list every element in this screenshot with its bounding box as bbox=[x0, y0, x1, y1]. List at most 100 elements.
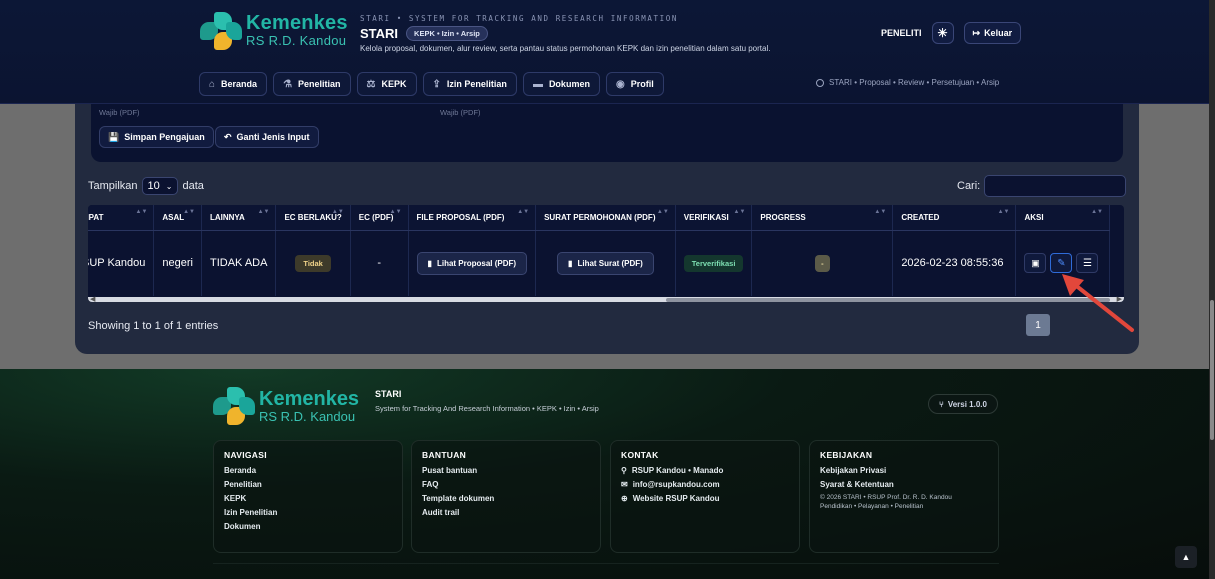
nav-penelitian[interactable]: ⚗ Penelitian bbox=[273, 72, 351, 96]
search-label: Cari: bbox=[957, 180, 981, 192]
footer-link-audit-trail[interactable]: Audit trail bbox=[422, 508, 590, 517]
header-tagline: STARI • SYSTEM FOR TRACKING AND RESEARCH… bbox=[360, 14, 678, 23]
location-pin-icon: ⚲ bbox=[621, 466, 627, 475]
footer-contact-email[interactable]: ✉ info@rsupkandou.com bbox=[621, 480, 789, 489]
footer-brand: Kemenkes RS R.D. Kandou bbox=[259, 389, 359, 424]
cell-ec-pdf: - bbox=[350, 230, 409, 296]
nav-label: Beranda bbox=[221, 79, 258, 89]
view-proposal-label: Lihat Proposal (PDF) bbox=[436, 258, 517, 268]
nav-label: Penelitian bbox=[298, 79, 341, 89]
file-icon: ▮ bbox=[568, 258, 573, 268]
footer-policy-title: KEBIJAKAN bbox=[820, 450, 873, 460]
col-label: MPAT bbox=[88, 212, 104, 222]
cell-progress: - bbox=[751, 230, 894, 296]
page-length-value: 10 bbox=[147, 180, 160, 192]
footer-link-privacy[interactable]: Kebijakan Privasi bbox=[820, 466, 988, 475]
home-icon: ⌂ bbox=[209, 78, 216, 90]
sort-icon: ▲▼ bbox=[183, 209, 195, 215]
col-aksi[interactable]: AKSI ▲▼ bbox=[1015, 205, 1110, 231]
footer-brand-line2: RS R.D. Kandou bbox=[259, 409, 356, 424]
theme-toggle-button[interactable]: ☀ bbox=[931, 22, 954, 44]
view-letter-button[interactable]: ▮ Lihat Surat (PDF) bbox=[557, 251, 654, 275]
page-length-select[interactable]: 10 ⌄ bbox=[141, 177, 179, 195]
search-control: Cari: bbox=[957, 175, 1127, 197]
globe-icon: ⊕ bbox=[621, 494, 628, 503]
cell-file-proposal: ▮ Lihat Proposal (PDF) bbox=[408, 230, 537, 296]
col-asal[interactable]: ASAL ▲▼ bbox=[153, 205, 202, 231]
file-icon: ▮ bbox=[427, 258, 432, 268]
scroll-left-icon[interactable]: ◀ bbox=[90, 295, 95, 302]
sort-icon: ▲▼ bbox=[331, 209, 344, 215]
view-letter-label: Lihat Surat (PDF) bbox=[577, 258, 643, 268]
footer-nav-title: NAVIGASI bbox=[224, 450, 267, 460]
cell-lainnya: TIDAK ADA bbox=[201, 230, 277, 296]
col-label: EC (PDF) bbox=[358, 212, 394, 222]
file-hint-left: Wajib (PDF) bbox=[99, 108, 140, 117]
footer-link-dokumen[interactable]: Dokumen bbox=[224, 522, 392, 531]
col-ec-pdf[interactable]: EC (PDF) ▲▼ bbox=[350, 205, 409, 231]
col-surat-permohonan[interactable]: SURAT PERMOHONAN (PDF) ▲▼ bbox=[535, 205, 676, 231]
nav-beranda[interactable]: ⌂ Beranda bbox=[199, 72, 268, 96]
table-horizontal-scrollbar[interactable]: ◀ ▶ bbox=[88, 295, 1124, 302]
nav-dokumen[interactable]: ▬ Dokumen bbox=[522, 72, 600, 96]
scroll-to-top-button[interactable]: ▲ bbox=[1175, 546, 1197, 568]
footer-nav-column: NAVIGASI Beranda Penelitian KEPK Izin Pe… bbox=[213, 440, 403, 553]
nav-kepk[interactable]: ⚖ KEPK bbox=[356, 72, 417, 96]
pagination-current-page[interactable]: 1 bbox=[1026, 314, 1050, 336]
scrollbar-thumb[interactable] bbox=[666, 298, 1110, 302]
nav-profil[interactable]: ◉ Profil bbox=[605, 72, 664, 96]
user-role-label: PENELITI bbox=[881, 28, 922, 38]
footer-policy-column: KEBIJAKAN Kebijakan Privasi Syarat & Ket… bbox=[809, 440, 999, 553]
col-lainnya[interactable]: LAINNYA ▲▼ bbox=[201, 205, 277, 231]
page-vertical-scrollbar[interactable] bbox=[1209, 0, 1215, 579]
show-prefix: Tampilkan bbox=[88, 180, 138, 192]
search-input[interactable] bbox=[984, 175, 1127, 197]
ec-status-badge: Tidak bbox=[295, 254, 331, 272]
submissions-table-container: MPAT ▲▼ ASAL▲▼ LAINNYA▲▼ EC BERLAKU?▲▼ EC… bbox=[88, 205, 1124, 302]
breadcrumb: STARI • Proposal • Review • Persetujuan … bbox=[816, 78, 999, 87]
footer-link-kepk[interactable]: KEPK bbox=[224, 494, 392, 503]
sort-icon: ▲▼ bbox=[656, 209, 669, 215]
footer-link-help-center[interactable]: Pusat bantuan bbox=[422, 466, 590, 475]
col-progress[interactable]: PROGRESS ▲▼ bbox=[751, 205, 894, 231]
footer-help-title: BANTUAN bbox=[422, 450, 467, 460]
sort-icon: ▲▼ bbox=[389, 209, 402, 215]
kemenkes-logo[interactable] bbox=[200, 12, 242, 50]
footer-link-templates[interactable]: Template dokumen bbox=[422, 494, 590, 503]
footer-copyright: © 2026 STARI • RSUP Prof. Dr. R. D. Kand… bbox=[820, 494, 952, 501]
circle-icon bbox=[816, 78, 824, 87]
progress-badge: - bbox=[815, 254, 830, 272]
footer-contact-website[interactable]: ⊕ Website RSUP Kandou bbox=[621, 494, 789, 503]
col-verifikasi[interactable]: VERIFIKASI ▲▼ bbox=[675, 205, 753, 231]
footer-logo bbox=[213, 387, 255, 425]
switch-label: Ganti Jenis Input bbox=[236, 132, 310, 142]
view-proposal-button[interactable]: ▮ Lihat Proposal (PDF) bbox=[416, 251, 528, 275]
nav-label: Dokumen bbox=[548, 79, 590, 89]
mail-icon: ✉ bbox=[621, 480, 628, 489]
footer-link-penelitian[interactable]: Penelitian bbox=[224, 480, 392, 489]
footer-link-izin[interactable]: Izin Penelitian bbox=[224, 508, 392, 517]
footer-link-terms[interactable]: Syarat & Ketentuan bbox=[820, 480, 988, 489]
col-ec-berlaku[interactable]: EC BERLAKU? ▲▼ bbox=[275, 205, 351, 231]
footer-link-faq[interactable]: FAQ bbox=[422, 480, 590, 489]
sun-icon: ☀ bbox=[937, 26, 948, 40]
logout-button[interactable]: ↦ Keluar bbox=[963, 22, 1022, 44]
file-hint-right: Wajib (PDF) bbox=[440, 108, 481, 117]
module-pill: KEPK • Izin • Arsip bbox=[406, 26, 488, 41]
footer-contact-address: ⚲ RSUP Kandou • Manado bbox=[621, 466, 789, 475]
page-scrollbar-thumb[interactable] bbox=[1210, 300, 1214, 440]
address-text: RSUP Kandou • Manado bbox=[631, 466, 724, 475]
col-tempat[interactable]: MPAT ▲▼ bbox=[88, 205, 155, 231]
cell-asal: negeri bbox=[153, 230, 202, 296]
save-submission-button[interactable]: 💾 Simpan Pengajuan bbox=[99, 126, 214, 148]
nav-izin-penelitian[interactable]: ⇪ Izin Penelitian bbox=[422, 72, 517, 96]
view-detail-button[interactable]: ▣ bbox=[1024, 253, 1047, 274]
footer-link-beranda[interactable]: Beranda bbox=[224, 466, 392, 475]
col-file-proposal[interactable]: FILE PROPOSAL (PDF) ▲▼ bbox=[408, 205, 537, 231]
folder-icon: ▬ bbox=[532, 78, 543, 90]
sort-icon: ▲▼ bbox=[135, 209, 148, 215]
col-created[interactable]: CREATED ▲▼ bbox=[892, 205, 1017, 231]
switch-input-button[interactable]: ↶ Ganti Jenis Input bbox=[215, 126, 319, 148]
cell-verifikasi: Terverifikasi bbox=[675, 230, 753, 296]
footer-mission: Pendidikan • Pelayanan • Penelitian bbox=[820, 503, 924, 510]
